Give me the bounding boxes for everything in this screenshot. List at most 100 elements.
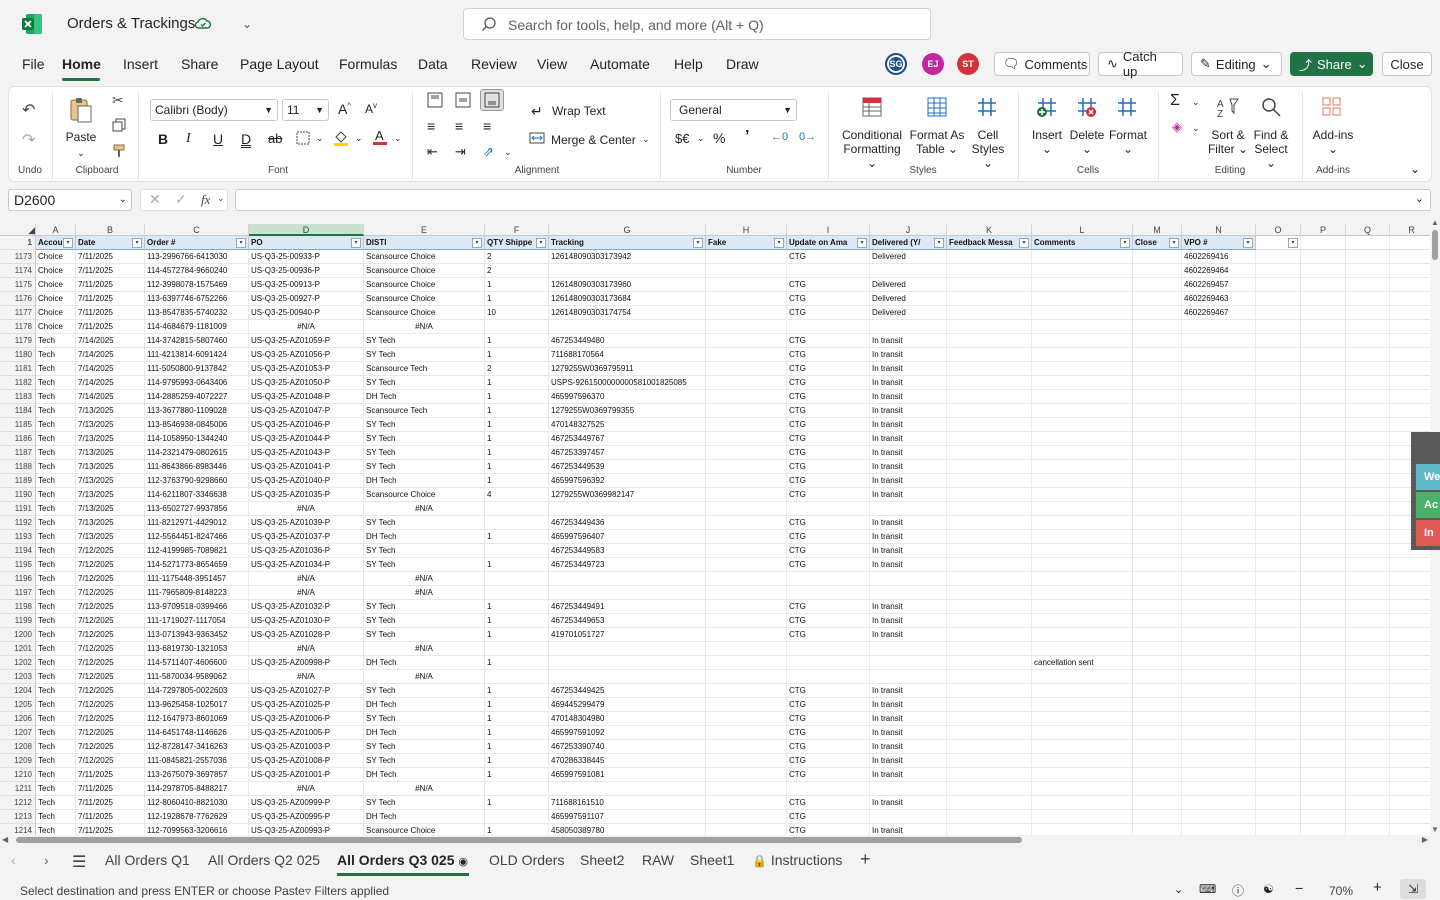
table-cell[interactable] [1133, 502, 1182, 516]
table-cell[interactable] [1346, 796, 1390, 810]
table-cell[interactable]: Tech [36, 768, 76, 782]
add-ins-icon[interactable] [1321, 96, 1343, 123]
table-cell[interactable]: CTG [787, 558, 870, 572]
table-cell[interactable] [1133, 684, 1182, 698]
table-cell[interactable] [549, 586, 706, 600]
format-as-table-icon[interactable] [926, 96, 948, 123]
table-cell[interactable] [485, 670, 549, 684]
add-sheet-icon[interactable]: + [860, 849, 871, 870]
table-cell[interactable]: US-Q3-25-AZ01037-P [249, 530, 364, 544]
column-header-g[interactable]: G [549, 224, 706, 236]
table-cell[interactable] [706, 726, 787, 740]
table-cell[interactable] [1346, 530, 1390, 544]
table-cell[interactable] [1301, 656, 1346, 670]
font-name-dropdown[interactable]: Calibri (Body) ▼ [150, 99, 278, 121]
table-cell[interactable] [1301, 740, 1346, 754]
row-number[interactable]: 1206 [0, 712, 36, 726]
table-cell[interactable]: 10 [485, 306, 549, 320]
zoom-in-icon[interactable]: + [1373, 879, 1382, 896]
table-cell[interactable]: CTG [787, 250, 870, 264]
table-cell[interactable] [706, 516, 787, 530]
table-cell[interactable] [947, 586, 1032, 600]
insert-cells-icon[interactable] [1036, 96, 1058, 123]
increase-font-icon[interactable]: A^ [338, 101, 351, 117]
italic-icon[interactable]: I [186, 131, 191, 147]
accessibility-icon[interactable]: ☯ [1263, 882, 1274, 896]
table-cell[interactable] [1346, 278, 1390, 292]
table-cell[interactable]: In transit [870, 628, 947, 642]
row-number[interactable]: 1197 [0, 586, 36, 600]
row-number[interactable]: 1 [0, 236, 36, 250]
table-cell[interactable]: Scansource Choice [364, 824, 485, 835]
table-cell[interactable] [1182, 796, 1256, 810]
table-cell[interactable]: 113-8547835-5740232 [145, 306, 249, 320]
table-cell[interactable] [1182, 628, 1256, 642]
table-cell[interactable]: 112-8728147-3416263 [145, 740, 249, 754]
table-cell[interactable] [1346, 810, 1390, 824]
filter-dropdown-icon[interactable]: ▾ [472, 238, 482, 248]
table-cell[interactable]: Tech [36, 558, 76, 572]
conditional-formatting-button[interactable]: Conditional Formatting ⌄ [838, 128, 906, 170]
table-cell[interactable]: SY Tech [364, 446, 485, 460]
table-cell[interactable]: 7/12/2025 [76, 600, 145, 614]
table-cell[interactable] [1346, 502, 1390, 516]
table-cell[interactable]: 113-9709518-0399466 [145, 600, 249, 614]
table-cell[interactable] [1182, 502, 1256, 516]
table-cell[interactable]: 114-5711407-4606600 [145, 656, 249, 670]
table-cell[interactable]: 1 [485, 390, 549, 404]
table-cell[interactable]: 111-5050800-9137842 [145, 362, 249, 376]
table-cell[interactable] [1032, 586, 1133, 600]
catch-up-button[interactable]: ∿ Catch up [1098, 49, 1183, 79]
table-cell[interactable]: 467253449425 [549, 684, 706, 698]
table-cell[interactable] [1182, 782, 1256, 796]
align-center-icon[interactable]: ≡ [455, 118, 463, 134]
table-cell[interactable] [1182, 642, 1256, 656]
table-cell[interactable] [1390, 362, 1430, 376]
table-cell[interactable] [1182, 390, 1256, 404]
table-cell[interactable] [1032, 600, 1133, 614]
document-title[interactable]: Orders & Trackings [67, 15, 195, 32]
table-cell[interactable]: 470148327525 [549, 418, 706, 432]
table-cell[interactable] [1256, 362, 1301, 376]
table-cell[interactable]: US-Q3-25-AZ01040-P [249, 474, 364, 488]
table-cell[interactable] [706, 488, 787, 502]
table-cell[interactable] [1301, 642, 1346, 656]
table-cell[interactable] [1133, 544, 1182, 558]
table-cell[interactable]: 4602269463 [1182, 292, 1256, 306]
table-cell[interactable] [1133, 474, 1182, 488]
table-cell[interactable] [1032, 572, 1133, 586]
cancel-icon[interactable]: ✕ [149, 191, 161, 208]
table-cell[interactable] [1182, 432, 1256, 446]
table-cell[interactable] [1032, 460, 1133, 474]
table-cell[interactable] [706, 432, 787, 446]
table-cell[interactable] [1182, 586, 1256, 600]
table-cell[interactable] [706, 446, 787, 460]
table-cell[interactable]: 112-3998078-1575469 [145, 278, 249, 292]
table-cell[interactable]: 113-6819730-1321053 [145, 642, 249, 656]
table-cell[interactable]: 1 [485, 824, 549, 835]
table-cell[interactable] [1256, 754, 1301, 768]
table-cell[interactable]: CTG [787, 334, 870, 348]
table-cell[interactable] [1256, 656, 1301, 670]
table-cell[interactable]: #N/A [364, 642, 485, 656]
table-cell[interactable] [1256, 782, 1301, 796]
table-cell[interactable]: Tech [36, 404, 76, 418]
table-cell[interactable]: 469445299479 [549, 698, 706, 712]
table-cell[interactable]: #N/A [364, 670, 485, 684]
table-cell[interactable]: CTG [787, 446, 870, 460]
table-cell[interactable]: 1 [485, 334, 549, 348]
row-number[interactable]: 1212 [0, 796, 36, 810]
table-cell[interactable]: Tech [36, 726, 76, 740]
table-cell[interactable] [787, 264, 870, 278]
column-header-p[interactable]: P [1301, 224, 1346, 236]
autosum-icon[interactable]: Σ [1170, 92, 1180, 110]
table-cell[interactable] [706, 558, 787, 572]
row-number[interactable]: 1210 [0, 768, 36, 782]
tab-formulas[interactable]: Formulas [339, 56, 397, 72]
table-cell[interactable] [1301, 670, 1346, 684]
clear-icon[interactable]: ◈ [1172, 119, 1182, 135]
column-header-i[interactable]: I [787, 224, 870, 236]
percent-icon[interactable]: % [713, 130, 725, 146]
table-cell[interactable] [1032, 530, 1133, 544]
table-cell[interactable] [947, 712, 1032, 726]
